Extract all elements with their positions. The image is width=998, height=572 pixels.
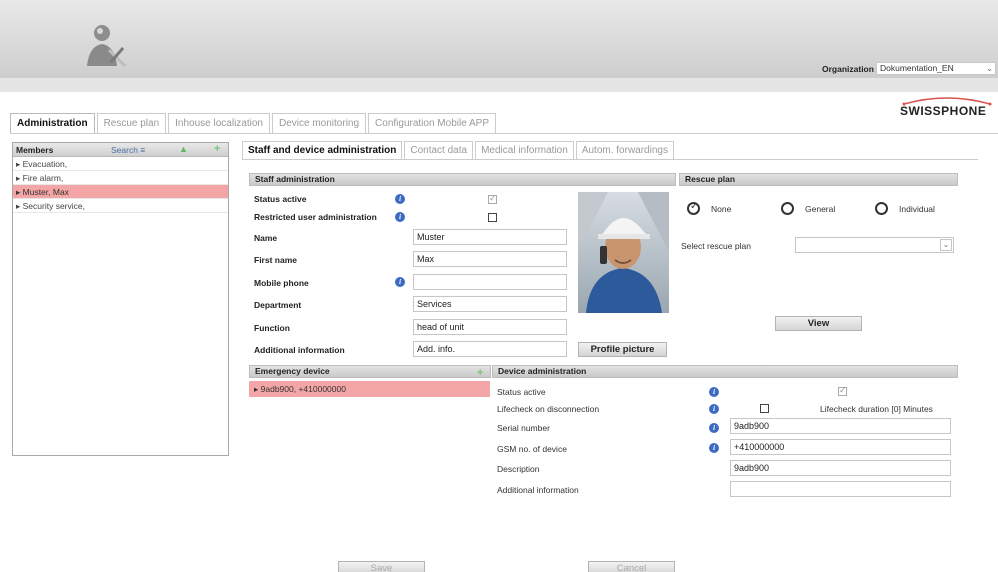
sub-tabs-divider: [242, 159, 978, 160]
gsm-input[interactable]: +410000000: [730, 439, 951, 455]
info-icon[interactable]: i: [709, 387, 719, 397]
status-active-label: Status active: [254, 194, 307, 204]
tab-administration[interactable]: Administration: [10, 113, 95, 133]
app-header: Organization Dokumentation_EN ⌄: [0, 0, 998, 92]
chevron-down-icon: ⌄: [940, 239, 952, 251]
members-search-button[interactable]: Search ≡: [111, 145, 145, 155]
rescue-plan-select[interactable]: ⌄: [795, 237, 954, 253]
rescue-none-label: None: [711, 204, 732, 214]
restricted-user-label: Restricted user administration: [254, 212, 377, 222]
organization-value: Dokumentation_EN: [880, 63, 954, 73]
sub-tabs: Staff and device administration Contact …: [242, 141, 676, 159]
member-item-security-service[interactable]: ▸ Security service,: [13, 199, 228, 213]
tab-inhouse-localization[interactable]: Inhouse localization: [168, 113, 270, 133]
emergency-device-header: Emergency device: [249, 365, 491, 378]
gsm-label: GSM no. of device: [497, 444, 567, 454]
name-input[interactable]: Muster: [413, 229, 567, 245]
info-icon[interactable]: i: [395, 277, 405, 287]
lifecheck-label: Lifecheck on disconnection: [497, 404, 600, 414]
members-panel: Members Search ≡ ▲ + ▸ Evacuation, ▸ Fir…: [12, 142, 229, 456]
first-name-label: First name: [254, 255, 297, 265]
function-input[interactable]: head of unit: [413, 319, 567, 335]
save-button[interactable]: Save: [338, 561, 425, 572]
chevron-down-icon: ⌄: [986, 64, 993, 73]
device-additional-information-input[interactable]: [730, 481, 951, 497]
status-active-checkbox[interactable]: [488, 193, 497, 204]
user-admin-logo-icon: [87, 25, 127, 68]
rescue-general-radio[interactable]: [781, 202, 794, 215]
tab-configuration-mobile-app[interactable]: Configuration Mobile APP: [368, 113, 497, 133]
main-tabs: Administration Rescue plan Inhouse local…: [10, 113, 498, 133]
profile-photo: [578, 192, 669, 313]
description-input[interactable]: 9adb900: [730, 460, 951, 476]
header-strip: [0, 78, 998, 92]
tab-autom-forwardings[interactable]: Autom. forwardings: [575, 141, 674, 159]
tab-medical-information[interactable]: Medical information: [475, 141, 574, 159]
first-name-input[interactable]: Max: [413, 251, 567, 267]
additional-information-label: Additional information: [254, 345, 345, 355]
organization-select[interactable]: Dokumentation_EN ⌄: [876, 62, 996, 75]
emergency-device-item[interactable]: ▸ 9adb900, +410000000: [249, 381, 490, 397]
tab-contact-data[interactable]: Contact data: [404, 141, 474, 159]
view-button[interactable]: View: [775, 316, 862, 331]
mobile-phone-label: Mobile phone: [254, 278, 309, 288]
additional-information-input[interactable]: Add. info.: [413, 341, 567, 357]
add-member-icon[interactable]: +: [214, 143, 220, 155]
rescue-individual-label: Individual: [899, 204, 935, 214]
rescue-none-radio[interactable]: [687, 201, 700, 215]
tabs-divider: [10, 133, 998, 134]
department-input[interactable]: Services: [413, 296, 567, 312]
members-title: Members: [16, 145, 54, 155]
device-status-checkbox[interactable]: [838, 385, 847, 396]
serial-number-input[interactable]: 9adb900: [730, 418, 951, 434]
device-additional-information-label: Additional information: [497, 485, 579, 495]
info-icon[interactable]: i: [395, 212, 405, 222]
tab-device-monitoring[interactable]: Device monitoring: [272, 113, 367, 133]
organization-label: Organization: [822, 64, 874, 74]
member-item-muster-max[interactable]: ▸ Muster, Max: [13, 185, 228, 199]
lifecheck-checkbox[interactable]: [760, 404, 769, 413]
tab-rescue-plan[interactable]: Rescue plan: [96, 113, 167, 133]
brand-name: SWISSPHONE: [900, 104, 987, 118]
rescue-general-label: General: [805, 204, 836, 214]
function-label: Function: [254, 323, 290, 333]
cancel-button[interactable]: Cancel: [588, 561, 675, 572]
profile-picture-button[interactable]: Profile picture: [578, 342, 667, 357]
info-icon[interactable]: i: [709, 443, 719, 453]
move-up-icon[interactable]: ▲: [179, 144, 188, 154]
rescue-individual-radio[interactable]: [875, 202, 888, 215]
info-icon[interactable]: i: [709, 423, 719, 433]
mobile-phone-input[interactable]: [413, 274, 567, 290]
member-item-evacuation[interactable]: ▸ Evacuation,: [13, 157, 228, 171]
swissphone-logo: SWISSPHONE: [900, 96, 994, 118]
select-rescue-plan-label: Select rescue plan: [681, 241, 751, 251]
lifecheck-duration-text: Lifecheck duration [0] Minutes: [820, 404, 933, 414]
members-header: Members Search ≡ ▲ +: [13, 143, 228, 157]
restricted-user-checkbox[interactable]: [488, 213, 497, 222]
staff-administration-header: Staff administration: [249, 173, 676, 186]
info-icon[interactable]: i: [395, 194, 405, 204]
device-status-label: Status active: [497, 387, 546, 397]
device-administration-header: Device administration: [492, 365, 958, 378]
info-icon[interactable]: i: [709, 404, 719, 414]
member-item-fire-alarm[interactable]: ▸ Fire alarm,: [13, 171, 228, 185]
description-label: Description: [497, 464, 540, 474]
add-device-icon[interactable]: +: [477, 367, 483, 379]
department-label: Department: [254, 300, 302, 310]
rescue-plan-header: Rescue plan: [679, 173, 958, 186]
serial-number-label: Serial number: [497, 423, 550, 433]
tab-staff-device-administration[interactable]: Staff and device administration: [242, 141, 403, 159]
name-label: Name: [254, 233, 278, 243]
